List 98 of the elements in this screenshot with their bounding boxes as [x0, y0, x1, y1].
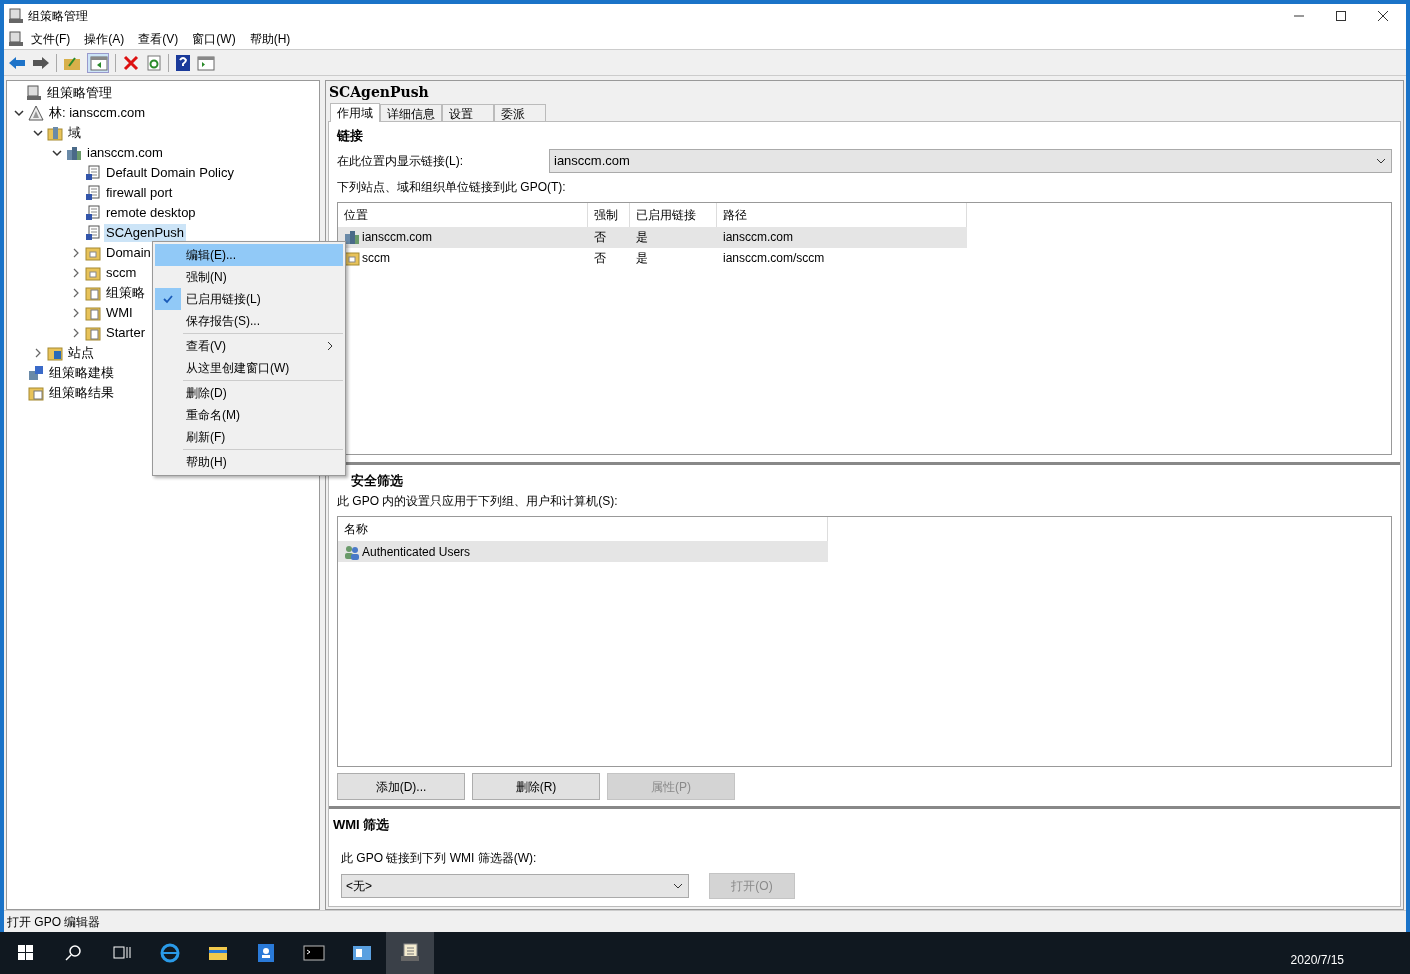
button[interactable]: 添加(D)... — [337, 773, 465, 800]
menu-item[interactable]: 窗口(W) — [185, 27, 243, 50]
tree-item[interactable]: remote desktop — [104, 204, 198, 222]
list-row[interactable]: iansccm.com 否 是 iansccm.com — [338, 226, 967, 248]
tree-item[interactable]: SCAgenPush — [104, 224, 187, 242]
field-label: 在此位置内显示链接(L): — [337, 152, 464, 170]
field-label: 下列站点、域和组织单位链接到此 GPO(T): — [336, 178, 567, 196]
table-cell-text: 是 — [636, 250, 648, 267]
tab[interactable]: 委派 — [494, 104, 546, 121]
menu-item[interactable]: 从这里创建窗口(W) — [155, 357, 343, 379]
triangle-tree-icon — [28, 105, 44, 121]
policy-scroll-icon — [85, 225, 101, 241]
menu-item[interactable]: 查看(V) — [155, 335, 343, 357]
sites-folder-icon — [47, 345, 63, 361]
menu-item[interactable]: 重命名(M) — [155, 404, 343, 426]
users-icon — [344, 543, 360, 560]
server-group-icon — [66, 145, 82, 161]
tree-item[interactable]: 组策略管理 — [45, 84, 114, 102]
help-icon[interactable] — [175, 53, 191, 72]
server-group-icon — [344, 229, 360, 245]
modeling-icon — [28, 365, 44, 381]
terminal-icon[interactable] — [303, 942, 325, 964]
folder-icon — [85, 285, 101, 301]
tree-item[interactable]: iansccm.com — [85, 144, 165, 162]
tree-item[interactable]: Domain — [104, 244, 153, 262]
menu-item[interactable]: 查看(V) — [131, 27, 186, 50]
delete-icon[interactable] — [122, 54, 140, 71]
tree-item[interactable]: 组策略建模 — [47, 364, 116, 382]
tree-item[interactable]: sccm — [104, 264, 139, 282]
table-cell-text: 否 — [594, 250, 606, 267]
window-title: 组策略管理 — [28, 8, 88, 25]
tree-item[interactable]: 林: iansccm.com — [47, 104, 148, 122]
menu-item[interactable]: 文件(F) — [24, 27, 78, 50]
field-label: 此 GPO 内的设置只应用于下列组、用户和计算机(S): — [336, 493, 619, 510]
back-arrow-icon[interactable] — [8, 54, 26, 71]
menu-item[interactable]: 保存报告(S)... — [155, 310, 343, 332]
table-cell-text: 否 — [594, 229, 606, 246]
server-folder-icon — [47, 125, 63, 141]
section-heading: WMI 筛选 — [332, 816, 391, 834]
wmi-dropdown[interactable]: <无> — [341, 873, 689, 898]
folder-icon — [85, 245, 101, 261]
table-cell-text: sccm — [362, 250, 390, 267]
console-tree-icon[interactable] — [87, 52, 109, 73]
clock-date: 2020/7/15 — [1290, 952, 1344, 969]
tree-item[interactable]: 站点 — [66, 344, 96, 362]
menu-item[interactable]: 帮助(H) — [242, 27, 298, 50]
tree-item[interactable]: Default Domain Policy — [104, 164, 236, 182]
status-text: 打开 GPO 编辑器 — [7, 913, 101, 931]
folder-icon — [85, 265, 101, 281]
table-cell-text: iansccm.com — [723, 229, 793, 246]
refresh-icon[interactable] — [146, 54, 162, 71]
folder-icon — [85, 325, 101, 341]
contacts-icon[interactable] — [255, 942, 277, 964]
forward-arrow-icon[interactable] — [32, 54, 50, 71]
tree-item[interactable]: 域 — [66, 124, 83, 142]
tree-item[interactable]: 组策略结果 — [47, 384, 116, 402]
list-row[interactable]: Authenticated Users — [338, 541, 828, 562]
menu-item[interactable]: 编辑(E)... — [155, 244, 343, 266]
menu-item[interactable]: 刷新(F) — [155, 426, 343, 448]
policy-scroll-icon[interactable] — [399, 942, 421, 964]
section-heading: 安全筛选 — [350, 471, 404, 490]
folder-icon — [85, 305, 101, 321]
table-cell-text: iansccm.com — [362, 229, 432, 246]
tab[interactable]: 作用域 — [330, 103, 380, 122]
maximize-icon[interactable] — [1334, 9, 1348, 23]
app-icon — [8, 8, 24, 24]
section-heading: 链接 — [335, 127, 364, 145]
tab[interactable]: 设置 — [442, 104, 494, 121]
menu-item[interactable]: 删除(D) — [155, 382, 343, 404]
policy-scroll-icon — [85, 205, 101, 221]
tree-item[interactable]: firewall port — [104, 184, 175, 202]
table-cell-text: Authenticated Users — [362, 543, 471, 561]
close-icon[interactable] — [1376, 9, 1390, 23]
browser-icon[interactable] — [159, 942, 181, 964]
tree-item[interactable]: WMI — [104, 304, 135, 322]
tree-item[interactable]: Starter — [104, 324, 147, 342]
field-label: 此 GPO 链接到下列 WMI 筛选器(W): — [340, 849, 538, 867]
tree-item[interactable]: 组策略 — [104, 284, 147, 302]
column-header[interactable]: 位置 — [338, 202, 588, 227]
tab[interactable]: 详细信息 — [380, 104, 442, 121]
table-cell-text: 是 — [636, 229, 648, 246]
console-icon[interactable] — [8, 30, 24, 47]
menu-item[interactable]: 操作(A) — [77, 27, 132, 50]
policy-scroll-icon — [85, 165, 101, 181]
button[interactable]: 删除(R) — [472, 773, 600, 800]
table-cell-text: iansccm.com/sccm — [723, 250, 825, 267]
panel-title: SCAgenPush — [328, 82, 430, 102]
properties-pane-icon[interactable] — [197, 54, 215, 71]
location-dropdown[interactable]: iansccm.com — [549, 148, 1392, 173]
results-folder-icon — [28, 385, 44, 401]
menu-item[interactable]: 强制(N) — [155, 266, 343, 288]
column-header[interactable]: 路径 — [717, 202, 967, 227]
column-header[interactable]: 已启用链接 — [630, 202, 717, 227]
menu-item[interactable]: 帮助(H) — [155, 451, 343, 473]
policy-scroll-icon — [85, 185, 101, 201]
console-icon — [26, 85, 42, 101]
menu-item[interactable]: 已启用链接(L) — [155, 288, 343, 310]
column-header[interactable]: 强制 — [588, 202, 630, 227]
